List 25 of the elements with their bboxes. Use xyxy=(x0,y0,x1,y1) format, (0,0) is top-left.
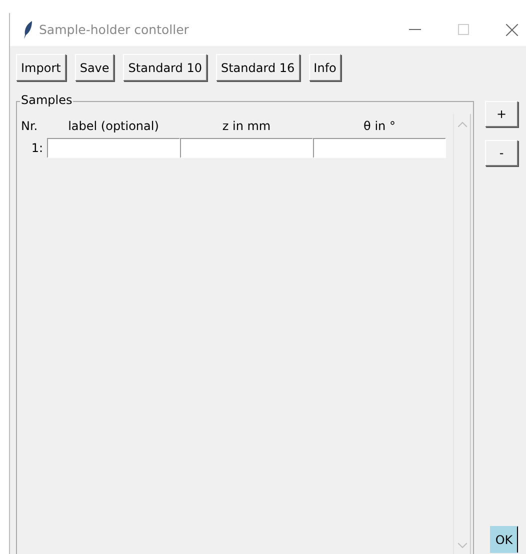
close-icon[interactable] xyxy=(506,24,518,36)
column-header: label (optional) xyxy=(67,119,160,133)
maximize-icon[interactable] xyxy=(458,24,469,35)
input-field[interactable] xyxy=(313,138,446,158)
input-field[interactable] xyxy=(180,138,313,158)
toolbar-button[interactable]: Save xyxy=(74,54,114,81)
row-number: 1: xyxy=(30,141,44,155)
column-header: θ in ° xyxy=(362,119,396,133)
toolbar-button[interactable]: Standard 16 xyxy=(216,54,300,81)
frame-title: Samples xyxy=(20,93,74,107)
side-button[interactable]: - xyxy=(485,140,518,166)
scroll-up-icon[interactable] xyxy=(458,122,466,127)
column-header: Nr. xyxy=(21,119,39,133)
toolbar-button[interactable]: Import xyxy=(16,54,66,81)
side-button[interactable]: + xyxy=(485,101,518,127)
toolbar-button[interactable]: Info xyxy=(308,54,342,81)
feather-icon xyxy=(23,20,33,38)
scrollbar[interactable] xyxy=(453,114,471,554)
minimize-icon[interactable] xyxy=(409,28,421,30)
window-title: Sample-holder contoller xyxy=(39,22,189,37)
column-header: z in mm xyxy=(221,119,272,133)
ok-button[interactable]: OK xyxy=(490,526,518,553)
scroll-down-icon[interactable] xyxy=(458,543,466,548)
toolbar-button[interactable]: Standard 10 xyxy=(123,54,207,81)
input-field[interactable] xyxy=(47,138,180,158)
